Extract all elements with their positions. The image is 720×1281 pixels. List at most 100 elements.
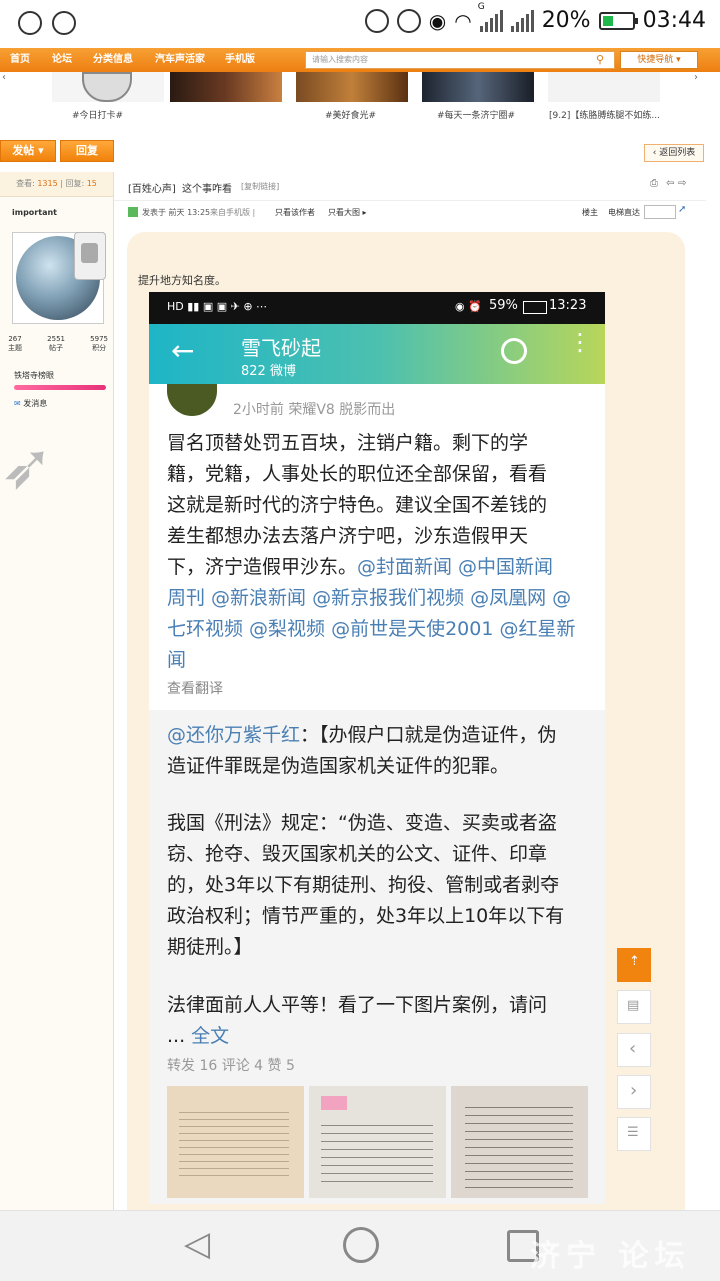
quick-nav-button[interactable]: 快捷导航 ▾ xyxy=(620,51,698,69)
post-meta-row: 发表于 前天 13:25 来自手机版 | 只看该作者 只看大图 ▸ 楼主 电梯直… xyxy=(114,200,706,226)
online-icon xyxy=(128,207,138,217)
thread-header: [百姓心声] 这个事咋看 [复制链接] ⎙ ⇦ ⇨ xyxy=(114,172,706,201)
weibo-mentions[interactable]: 七环视频 @梨视频 @前世是天使2001 @红星新 xyxy=(167,614,591,645)
thread-stats: 查看: 1315 | 回复: 15 xyxy=(0,172,113,197)
law-text-line: 窃、抢夺、毁灭国家机关的公文、证件、印章 xyxy=(167,843,548,865)
back-icon[interactable]: ◁ xyxy=(184,1227,210,1261)
to-top-icon: ⇡ xyxy=(629,954,640,969)
send-message-label: 发消息 xyxy=(23,399,48,408)
thumbnail-2[interactable] xyxy=(170,72,282,102)
thumbnail-caption[interactable]: #今日打卡# xyxy=(72,108,123,121)
send-message-link[interactable]: ✉ 发消息 xyxy=(14,398,47,409)
alarm-icon xyxy=(396,8,421,33)
nav-forum[interactable]: 论坛 xyxy=(52,48,72,72)
status-bar: ◉ ◠ G 20% 03:44 xyxy=(0,0,720,48)
copy-link[interactable]: [复制链接] xyxy=(241,181,279,192)
print-icon[interactable]: ⎙ xyxy=(650,178,658,189)
new-post-button[interactable]: 发帖 ▾ xyxy=(0,140,56,162)
message-app-icon xyxy=(52,11,76,35)
search-icon[interactable] xyxy=(501,338,527,364)
ellipsis: ... xyxy=(167,1025,186,1047)
posts-label: 帖子 xyxy=(49,344,64,352)
list-button[interactable]: ☰ xyxy=(617,1117,651,1151)
jump-go-icon[interactable]: ➚ xyxy=(678,204,686,215)
topics-label: 主题 xyxy=(8,344,22,352)
weibo-screenshot[interactable]: HD ▮▮ ▣ ▣ ✈ ⊕ ⋯ ◉ ⏰ 59% 13:23 ← 雪飞砂起 822… xyxy=(149,292,605,1204)
weibo-avatar[interactable] xyxy=(167,384,217,416)
battery-icon xyxy=(598,11,638,30)
full-text-link[interactable]: 全文 xyxy=(191,1025,229,1047)
repost-user-link[interactable]: @还你万紫千红 xyxy=(167,724,300,746)
back-arrow-icon[interactable]: ← xyxy=(171,334,194,367)
thumbnail-caption[interactable]: #美好食光# xyxy=(325,108,376,121)
quick-reply-button[interactable]: ▤ xyxy=(617,990,651,1024)
topics-count: 267 xyxy=(8,335,22,343)
weibo-repost[interactable]: @还你万紫千红：【办假户口就是伪造证件，伪 造证件罪既是伪造国家机关证件的犯罪。… xyxy=(149,710,605,1204)
weibo-mentions[interactable]: 闻 xyxy=(167,645,591,676)
reply-button[interactable]: 回复 xyxy=(60,140,114,162)
carousel-prev-icon[interactable]: ‹ xyxy=(2,72,6,83)
translate-link[interactable]: 查看翻译 xyxy=(167,678,223,698)
posts-stat[interactable]: 2551 帖子 xyxy=(47,335,65,353)
thumbnail-caption[interactable]: #每天一条济宁圈# xyxy=(437,108,515,121)
thread-title: 这个事咋看 xyxy=(182,184,232,195)
battery-percent: 20% xyxy=(541,8,591,33)
thumbnail-caption[interactable]: [9.2]【练胳膊练腿不如练... xyxy=(549,108,660,121)
thumbnail-5[interactable] xyxy=(548,72,660,102)
bird-watermark-icon: ➶ xyxy=(0,430,54,504)
conclusion-line: 法律面前人人平等！看了一下图片案例，请问 xyxy=(167,994,548,1016)
weibo-status-icons: HD ▮▮ ▣ ▣ ✈ ⊕ ⋯ xyxy=(167,300,268,313)
sunglasses-app-icon xyxy=(18,11,42,35)
thumbnail-strip: ‹ › #今日打卡# #美好食光# #每天一条济宁圈# [9.2]【练胳膊练腿不… xyxy=(0,72,720,124)
weibo-status-bar: HD ▮▮ ▣ ▣ ✈ ⊕ ⋯ ◉ ⏰ 59% 13:23 xyxy=(149,292,605,324)
weibo-alarm-icon: ◉ ⏰ xyxy=(455,300,482,313)
topics-stat[interactable]: 267 主题 xyxy=(8,335,22,353)
nav-car-life[interactable]: 汽车声活家 xyxy=(155,48,205,72)
mail-icon: ✉ xyxy=(14,399,21,408)
weibo-mentions[interactable]: @封面新闻 @中国新闻 xyxy=(357,556,553,578)
case-image-2[interactable] xyxy=(309,1086,446,1198)
author-name[interactable]: important xyxy=(12,208,57,217)
thumbnail-1[interactable] xyxy=(52,72,164,102)
eye-comfort-icon: ◉ xyxy=(428,8,447,33)
home-icon[interactable] xyxy=(343,1227,379,1263)
weibo-mentions[interactable]: 周刊 @新浪新闻 @新京报我们视频 @凤凰网 @ xyxy=(167,583,591,614)
list-icon: ☰ xyxy=(627,1125,639,1140)
search-icon[interactable]: ⚲ xyxy=(596,53,604,66)
author-stats: 267 主题 2551 帖子 5975 积分 xyxy=(8,335,108,353)
only-author-link[interactable]: 只看该作者 xyxy=(275,207,315,218)
nav-mobile[interactable]: 手机版 xyxy=(225,48,255,72)
nav-classifieds[interactable]: 分类信息 xyxy=(93,48,133,72)
weibo-user-title: 雪飞砂起 xyxy=(241,336,321,360)
comment-icon: ▤ xyxy=(627,998,640,1013)
prev-thread-icon[interactable]: ⇦ xyxy=(666,178,674,189)
repost-stats: 转发 16 评论 4 赞 5 xyxy=(167,1058,295,1074)
more-menu-icon[interactable]: ⋮ xyxy=(568,330,592,354)
search-input[interactable]: 请输入搜索内容 xyxy=(305,51,615,69)
back-to-top-button[interactable]: ⇡ xyxy=(617,948,651,982)
case-image-3[interactable] xyxy=(451,1086,588,1198)
system-nav-bar: ◁ 济宁 论坛 xyxy=(0,1210,720,1281)
thread-category[interactable]: [百姓心声] xyxy=(128,180,176,195)
next-page-button[interactable]: › xyxy=(617,1075,651,1109)
data-saver-icon xyxy=(364,8,389,33)
floor-label: 楼主 xyxy=(582,208,598,217)
prev-page-button[interactable]: ‹ xyxy=(617,1033,651,1067)
top-nav: 首页 论坛 分类信息 汽车声活家 手机版 请输入搜索内容 ⚲ 快捷导航 ▾ xyxy=(0,48,720,72)
carousel-next-icon[interactable]: › xyxy=(694,72,698,83)
big-image-link[interactable]: 只看大图 ▸ xyxy=(328,207,367,218)
next-thread-icon[interactable]: ⇨ xyxy=(678,178,686,189)
mobile-user-icon xyxy=(74,232,106,280)
thumbnail-3[interactable] xyxy=(296,72,408,102)
floor-jump-input[interactable] xyxy=(644,205,676,219)
points-stat[interactable]: 5975 积分 xyxy=(90,335,108,353)
repost-text-line: ：【办假户口就是伪造证件，伪 xyxy=(300,724,557,746)
nav-home[interactable]: 首页 xyxy=(10,48,30,72)
weibo-battery: 59% xyxy=(489,298,518,313)
law-text-line: 我国《刑法》规定：“伪造、变造、买卖或者盗 xyxy=(167,812,557,834)
thumbnail-4[interactable] xyxy=(422,72,534,102)
case-image-1[interactable] xyxy=(167,1086,304,1198)
back-to-list-button[interactable]: ‹ 返回列表 xyxy=(644,144,704,162)
points-label: 积分 xyxy=(92,344,107,352)
author-rank: 铁塔寺榜眼 xyxy=(14,371,54,380)
